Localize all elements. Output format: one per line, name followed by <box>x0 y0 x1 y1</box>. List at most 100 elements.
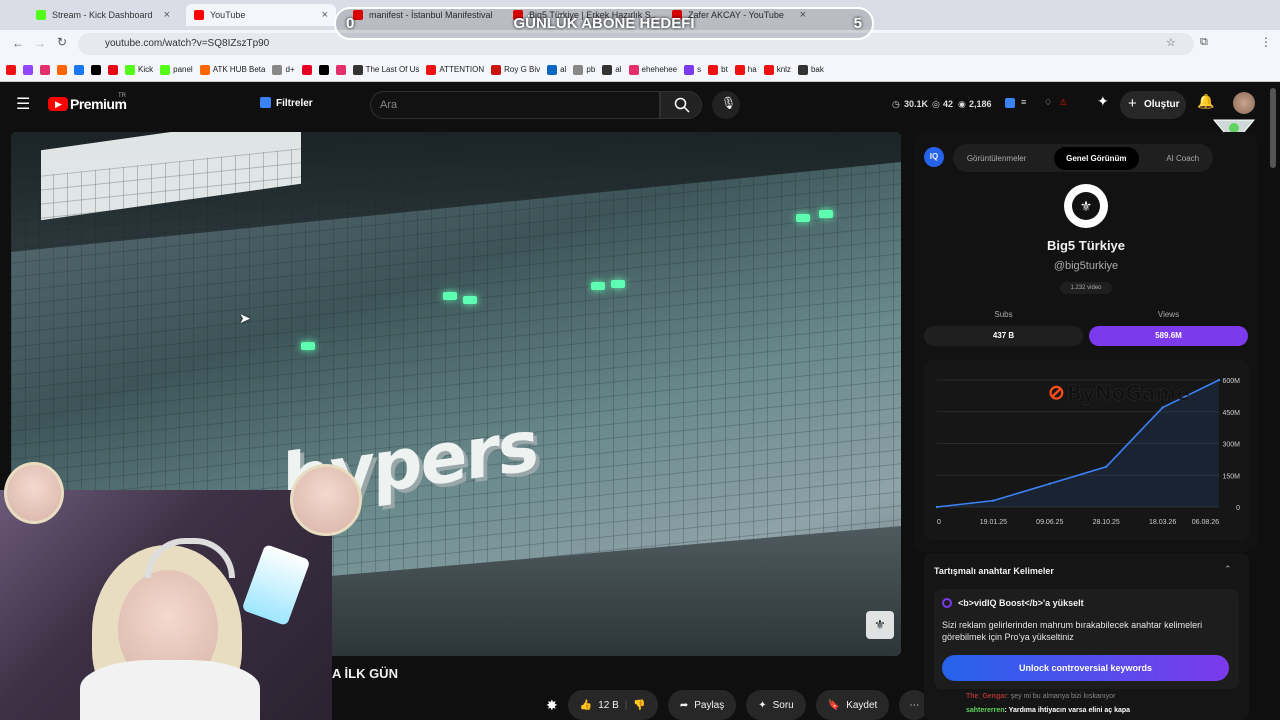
bookmark-bt[interactable]: bt <box>708 64 728 75</box>
bookmark-panel[interactable]: panel <box>160 64 193 75</box>
tab-views[interactable]: Görüntülenmeler <box>967 154 1027 163</box>
tab-kick-dashboard[interactable]: Stream - Kick Dashboard × <box>28 4 178 26</box>
bookmark-item[interactable] <box>318 64 329 75</box>
extensions-icon[interactable]: ⧉ <box>1200 36 1208 49</box>
bookmark-ha[interactable]: ha <box>734 64 757 75</box>
vidiq-sparkle-icon[interactable]: ✸ <box>546 697 558 714</box>
vidiq-icon <box>260 97 271 108</box>
bookmark-attention[interactable]: ATTENTION <box>426 64 484 75</box>
bookmark-al2[interactable]: al <box>602 64 622 75</box>
bookmark-al[interactable]: al <box>547 64 566 75</box>
youtube-icon <box>194 10 204 20</box>
close-icon[interactable]: × <box>164 9 170 21</box>
boost-text: Sizi reklam gelirlerinden mahrum bırakab… <box>942 620 1203 642</box>
y-tick-label: 450M <box>1222 410 1240 417</box>
bookmark-knlz[interactable]: knlz <box>763 64 791 75</box>
views-toggle[interactable]: 589.6M <box>1089 326 1248 346</box>
chart-point <box>1161 406 1164 409</box>
forward-icon[interactable]: → <box>34 36 46 50</box>
bookmark-item[interactable] <box>40 64 50 75</box>
bookmark-roy[interactable]: Roy G Biv <box>491 64 540 75</box>
x-tick-label: 19.01.25 <box>980 519 1007 526</box>
create-button[interactable]: + Oluştur <box>1120 91 1186 119</box>
bookmark-item[interactable] <box>91 64 101 75</box>
bookmark-star-icon[interactable]: ☆ <box>1166 36 1176 49</box>
thumbs-up-icon: 👍 <box>579 699 593 711</box>
ask-button[interactable]: ✦ Soru <box>746 690 806 720</box>
emote-face-left <box>4 462 64 524</box>
chart-point <box>935 505 939 509</box>
bookmark-item[interactable] <box>57 64 67 75</box>
channel-logo-icon: ⚜ <box>1072 192 1100 220</box>
chart-point <box>1217 378 1221 382</box>
bookmark-pb[interactable]: pb <box>573 64 595 75</box>
chart-point <box>1105 465 1108 468</box>
share-icon: ➦ <box>679 699 689 711</box>
bookmark-item[interactable] <box>301 64 312 75</box>
channel-logo[interactable]: ⚜ <box>1064 184 1108 228</box>
list-icon[interactable]: ≡ <box>1021 97 1026 107</box>
vidiq-tabs: Görüntülenmeler Genel Görünüm AI Coach <box>953 144 1213 172</box>
avatar[interactable] <box>1233 92 1255 114</box>
y-tick-label: 150M <box>1222 473 1240 480</box>
bookmark-bak[interactable]: bak <box>797 64 824 75</box>
more-dots-icon: ⋯ <box>909 699 920 711</box>
subs-toggle[interactable]: 437 B <box>924 326 1083 346</box>
page-scrollbar[interactable] <box>1270 88 1276 168</box>
bulb-icon[interactable]: ♢ <box>1044 97 1052 108</box>
bookmark-last-of-us[interactable]: The Last Of Us <box>352 64 419 75</box>
search-input[interactable]: Ara <box>370 91 660 119</box>
notifications-bell-icon[interactable]: 🔔 <box>1197 93 1214 110</box>
goal-current: 0 <box>346 15 355 32</box>
back-icon[interactable]: ← <box>12 36 24 50</box>
bookmark-ehehehee[interactable]: ehehehee <box>628 64 677 75</box>
emote-face-right <box>290 464 362 536</box>
bookmark-item[interactable] <box>23 64 33 75</box>
x-tick-label: 09.06.25 <box>1036 519 1063 526</box>
search-button[interactable] <box>660 91 702 119</box>
sparkle-icon: ✦ <box>758 699 767 711</box>
hamburger-menu-icon[interactable]: ☰ <box>16 94 30 114</box>
video-count-badge: 1.232 video <box>1060 282 1112 294</box>
youtube-logo-icon[interactable]: ▶ <box>48 97 68 111</box>
menu-dots-icon[interactable]: ⋮ <box>1260 35 1272 49</box>
chat-message: sahtererren: Yardıma ihtiyacın varsa eli… <box>966 707 1131 714</box>
bookmark-atk[interactable]: ATK HUB Beta <box>199 64 265 75</box>
keywords-title: Tartışmalı anahtar Kelimeler <box>934 566 1054 576</box>
vidiq-toolbar-icon[interactable] <box>1005 98 1015 108</box>
chevron-up-icon[interactable]: ⌃ <box>1224 564 1232 575</box>
x-tick-label: 0 <box>937 519 941 526</box>
channel-handle: @big5turkiye <box>1053 260 1119 272</box>
channel-watermark-icon[interactable]: ⚜ <box>866 611 894 639</box>
channel-name: Big5 Türkiye <box>1046 238 1126 253</box>
like-button[interactable]: 👍 12 B | 👎 <box>567 690 658 720</box>
clock-icon: ◷ <box>892 99 900 109</box>
alert-icon[interactable]: ⚠ <box>1059 97 1067 108</box>
close-icon[interactable]: × <box>322 9 328 21</box>
bookmark-item[interactable] <box>74 64 84 75</box>
unlock-keywords-button[interactable]: Unlock controversial keywords <box>942 655 1229 681</box>
filters-button[interactable]: Filtreler <box>276 98 313 109</box>
tab-ai-coach[interactable]: AI Coach <box>1166 154 1199 163</box>
bookmark-item[interactable] <box>108 64 118 75</box>
bookmark-d[interactable]: d+ <box>272 64 295 75</box>
video-title: A İLK GÜN <box>332 666 398 681</box>
thumbs-down-icon[interactable]: 👎 <box>633 700 645 711</box>
share-button[interactable]: ➦ Paylaş <box>667 690 737 720</box>
voice-search-button[interactable]: 🎙 <box>712 91 740 119</box>
bookmark-s[interactable]: s <box>684 64 701 75</box>
bynogame-watermark: ⊘ ByNoGame <box>1048 380 1190 405</box>
save-button[interactable]: 🔖 Kaydet <box>815 690 890 720</box>
bookmark-item[interactable] <box>335 64 346 75</box>
bookmark-item[interactable] <box>6 64 16 75</box>
tab-youtube[interactable]: YouTube × <box>186 4 336 26</box>
views-label: Views <box>1157 310 1180 319</box>
tag-icon: ◎ <box>932 99 940 109</box>
reload-icon[interactable]: ↻ <box>57 35 67 49</box>
tab-overview[interactable]: Genel Görünüm <box>1054 146 1139 170</box>
bookmark-icon: 🔖 <box>827 699 841 711</box>
puzzle-icon[interactable]: ✦ <box>1097 93 1109 110</box>
stat-watching: 2,186 <box>969 99 992 109</box>
bookmark-kick[interactable]: Kick <box>125 64 153 75</box>
goal-target: 5 <box>853 15 862 32</box>
